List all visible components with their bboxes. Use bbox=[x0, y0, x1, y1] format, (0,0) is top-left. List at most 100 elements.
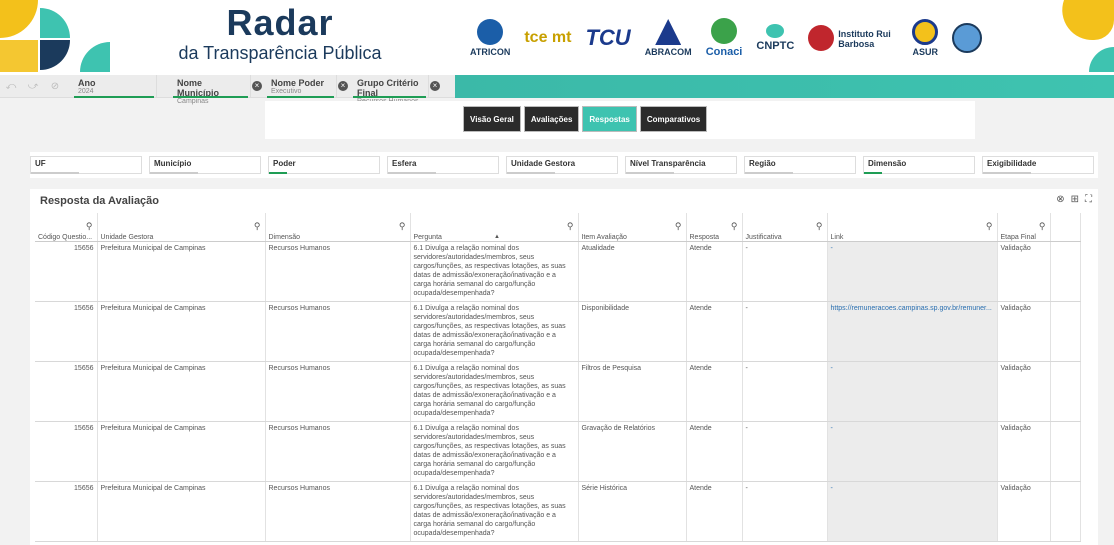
cell-link: - bbox=[827, 481, 998, 542]
search-icon[interactable]: ⚲ bbox=[986, 221, 993, 232]
search-icon[interactable]: ⚲ bbox=[731, 221, 738, 232]
listbox-municipio[interactable]: Município bbox=[149, 156, 261, 174]
cell-filler bbox=[1050, 301, 1081, 362]
col-link[interactable]: Link ⚲ bbox=[827, 213, 998, 242]
filter-chip-ano[interactable]: Ano 2024 bbox=[72, 74, 157, 98]
cell-codigo: 15656 bbox=[35, 361, 98, 422]
listbox-esfera[interactable]: Esfera bbox=[387, 156, 499, 174]
logo-cnptc: CNPTC bbox=[756, 24, 794, 52]
remove-filter-icon[interactable]: × bbox=[430, 80, 440, 91]
cell-filler bbox=[1050, 361, 1081, 422]
listbox-unidade-gestora[interactable]: Unidade Gestora bbox=[506, 156, 618, 174]
back-icon[interactable]: ⤺ bbox=[4, 79, 18, 93]
cell-codigo: 15656 bbox=[35, 241, 98, 302]
listbox-exigibilidade[interactable]: Exigibilidade bbox=[982, 156, 1094, 174]
col-justificativa[interactable]: Justificativa ⚲ bbox=[742, 213, 828, 242]
title-main: Radar bbox=[226, 2, 334, 43]
col-pergunta[interactable]: Pergunta ▲ ⚲ bbox=[410, 213, 579, 242]
listbox-dimensao[interactable]: Dimensão bbox=[863, 156, 975, 174]
decorative-shapes-left bbox=[0, 0, 110, 72]
col-unidade[interactable]: Unidade Gestora ⚲ bbox=[97, 213, 266, 242]
remove-filter-icon[interactable]: × bbox=[252, 80, 262, 91]
cell-dimensao: Recursos Humanos bbox=[265, 361, 411, 422]
cell-codigo: 15656 bbox=[35, 301, 98, 362]
cell-etapa: Validação bbox=[997, 361, 1051, 422]
search-icon[interactable]: ⚲ bbox=[86, 221, 93, 232]
col-resposta[interactable]: Resposta ⚲ bbox=[686, 213, 743, 242]
cell-codigo: 15656 bbox=[35, 421, 98, 482]
search-icon[interactable]: ⚲ bbox=[254, 221, 261, 232]
search-icon[interactable]: ⚲ bbox=[567, 221, 574, 232]
table-row[interactable]: 15656 Prefeitura Municipal de Campinas Rec… bbox=[35, 301, 1081, 362]
cell-item: Gravação de Relatórios bbox=[578, 421, 687, 482]
panel-toolbar: ⊗ ⊞ ⛶ bbox=[1056, 194, 1092, 205]
clear-selections-icon[interactable]: ⊘ bbox=[48, 79, 62, 93]
tab-respostas[interactable]: Respostas bbox=[582, 106, 637, 132]
cell-etapa: Validação bbox=[997, 301, 1051, 362]
col-dimensao[interactable]: Dimensão ⚲ bbox=[265, 213, 411, 242]
listbox-filter-row: UF Município Poder Esfera Unidade Gestor… bbox=[30, 152, 1098, 178]
cell-resposta: Atende bbox=[686, 361, 743, 422]
cell-etapa: Validação bbox=[997, 481, 1051, 542]
listbox-regiao[interactable]: Região bbox=[744, 156, 856, 174]
accent-band bbox=[455, 75, 1114, 98]
remove-filter-icon[interactable]: × bbox=[338, 80, 348, 91]
listbox-nivel-transparencia[interactable]: Nível Transparência bbox=[625, 156, 737, 174]
logo-irb: Instituto Rui Barbosa bbox=[808, 25, 898, 51]
filter-chip-poder[interactable]: Nome Poder Executivo × bbox=[265, 74, 348, 98]
logo-seal bbox=[952, 23, 983, 53]
search-icon[interactable]: ⚲ bbox=[816, 221, 823, 232]
logo-conaci: Conaci bbox=[706, 18, 742, 58]
logo-asur: ASUR bbox=[912, 19, 939, 57]
cell-justificativa: - bbox=[742, 361, 828, 422]
cell-dimensao: Recursos Humanos bbox=[265, 421, 411, 482]
decorative-shapes-right bbox=[1062, 0, 1114, 72]
cell-filler bbox=[1050, 421, 1081, 482]
cell-filler bbox=[1050, 241, 1081, 302]
cell-filler bbox=[1050, 481, 1081, 542]
cell-resposta: Atende bbox=[686, 301, 743, 362]
tab-comparativos[interactable]: Comparativos bbox=[639, 106, 708, 132]
forward-icon[interactable]: ⤻ bbox=[26, 79, 40, 93]
header: Radar da Transparência Pública ATRICON t… bbox=[0, 0, 1114, 75]
search-icon[interactable]: ⚲ bbox=[399, 221, 406, 232]
tab-visao-geral[interactable]: Visão Geral bbox=[463, 106, 521, 132]
cell-link[interactable]: https://remuneracoes.campinas.sp.gov.br/… bbox=[827, 301, 998, 362]
table-view-icon[interactable]: ⊞ bbox=[1071, 194, 1079, 205]
listbox-uf[interactable]: UF bbox=[30, 156, 142, 174]
table-row[interactable]: 15656 Prefeitura Municipal de Campinas Rec… bbox=[35, 241, 1081, 302]
cell-dimensao: Recursos Humanos bbox=[265, 241, 411, 302]
cell-etapa: Validação bbox=[997, 421, 1051, 482]
cell-resposta: Atende bbox=[686, 481, 743, 542]
fullscreen-icon[interactable]: ⛶ bbox=[1085, 194, 1092, 205]
logo-atricon: ATRICON bbox=[470, 19, 510, 57]
tab-avaliacoes[interactable]: Avaliações bbox=[523, 106, 580, 132]
table-row[interactable]: 15656 Prefeitura Municipal de Campinas Rec… bbox=[35, 361, 1081, 422]
search-icon[interactable]: ⚲ bbox=[1039, 221, 1046, 232]
filter-chip-municipio[interactable]: Nome Município Campinas × bbox=[171, 74, 262, 105]
cell-unidade: Prefeitura Municipal de Campinas bbox=[97, 301, 266, 362]
col-etapa[interactable]: Etapa Final ⚲ bbox=[997, 213, 1051, 242]
cell-dimensao: Recursos Humanos bbox=[265, 481, 411, 542]
sort-asc-icon: ▲ bbox=[494, 233, 500, 240]
table-row[interactable]: 15656 Prefeitura Municipal de Campinas Rec… bbox=[35, 481, 1081, 542]
cell-justificativa: - bbox=[742, 481, 828, 542]
title-sub: da Transparência Pública bbox=[178, 43, 382, 63]
cell-pergunta: 6.1 Divulga a relação nominal dos servid… bbox=[410, 361, 579, 422]
logo-tcu: TCU bbox=[585, 25, 631, 50]
cell-pergunta: 6.1 Divulga a relação nominal dos servid… bbox=[410, 301, 579, 362]
clear-selection-icon[interactable]: ⊗ bbox=[1056, 194, 1064, 205]
filter-chip-grupo[interactable]: Grupo Critério FinalRecursos Humanos × bbox=[351, 74, 440, 105]
view-tabs: Visão Geral Avaliações Respostas Compara… bbox=[463, 106, 708, 132]
search-icon[interactable]: ⚲ bbox=[675, 221, 682, 232]
cell-resposta: Atende bbox=[686, 421, 743, 482]
col-codigo[interactable]: Código Questio... ⚲ bbox=[35, 213, 98, 242]
cell-resposta: Atende bbox=[686, 241, 743, 302]
cell-unidade: Prefeitura Municipal de Campinas bbox=[97, 481, 266, 542]
listbox-poder[interactable]: Poder bbox=[268, 156, 380, 174]
cell-pergunta: 6.1 Divulga a relação nominal dos servid… bbox=[410, 481, 579, 542]
table-row[interactable]: 15656 Prefeitura Municipal de Campinas Rec… bbox=[35, 421, 1081, 482]
cell-justificativa: - bbox=[742, 301, 828, 362]
col-item[interactable]: Item Avaliação ⚲ bbox=[578, 213, 687, 242]
cell-dimensao: Recursos Humanos bbox=[265, 301, 411, 362]
